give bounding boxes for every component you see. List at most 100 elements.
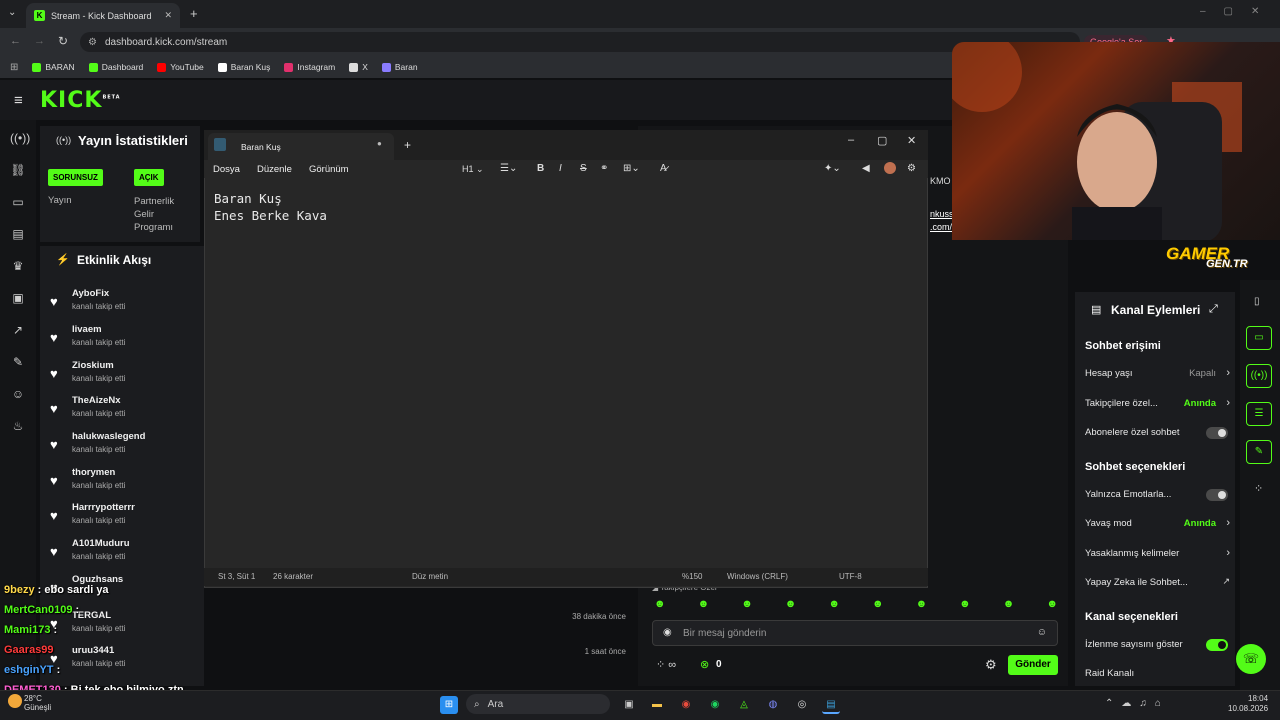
stream-icon[interactable]: ((•)) [10, 130, 30, 146]
row-followers-only[interactable]: Takipçilere özel... Anında › [1085, 397, 1230, 409]
new-tab-icon[interactable]: + [404, 138, 411, 152]
row-subs-only[interactable]: Abonelere özel sohbet [1085, 427, 1230, 439]
text-mode[interactable]: Düz metin [412, 572, 448, 581]
row-emote-only[interactable]: Yalnızca Emotlarla... [1085, 489, 1230, 501]
support-icon[interactable]: ☏ [1236, 644, 1266, 674]
media-icon[interactable]: ▣ [10, 290, 26, 306]
users-icon[interactable]: ☺ [10, 386, 26, 402]
copilot-icon[interactable]: ✦⌄ [824, 163, 841, 174]
site-info-icon[interactable]: ⚙ [88, 37, 97, 48]
chrome-icon[interactable]: ◉ [677, 696, 695, 714]
tray-icons[interactable]: ⌃☁♫⌂ [1105, 698, 1169, 709]
italic-icon[interactable]: I [559, 163, 562, 174]
row-ai-chat[interactable]: Yapay Zeka ile Sohbet... ↗ [1085, 576, 1230, 588]
minimize-icon[interactable]: – [848, 134, 854, 146]
settings-icon[interactable]: ⚙ [907, 163, 916, 174]
discord-icon[interactable]: ◍ [764, 696, 782, 714]
browser-tab[interactable]: K Stream - Kick Dashboard ✕ [26, 3, 180, 28]
emote-icon[interactable]: ☻ [872, 598, 884, 614]
emote-icon[interactable]: ☻ [916, 598, 928, 614]
heading-dropdown[interactable]: H1 ⌄ [462, 164, 484, 175]
emoji-icon[interactable]: ☺ [1037, 627, 1047, 638]
bookmark-6[interactable]: Baran [381, 62, 418, 72]
row-account-age[interactable]: Hesap yaşı Kapalı › [1085, 367, 1230, 379]
activity-user[interactable]: Zioskium [72, 360, 114, 371]
dots-icon[interactable]: ⁘ [1254, 482, 1263, 495]
emote-icon[interactable]: ☻ [654, 598, 666, 614]
explorer-icon[interactable]: ▬ [648, 696, 666, 714]
window-controls[interactable]: –▢✕ [1200, 6, 1277, 17]
chat-input[interactable]: ◉ Bir mesaj gönderin ☺ [652, 620, 1058, 646]
link-icon[interactable]: ⛓ [10, 162, 26, 178]
bookmark-5[interactable]: X [349, 62, 368, 72]
address-bar[interactable]: ⚙ dashboard.kick.com/stream [80, 32, 1080, 52]
doc-icon[interactable]: ▯ [1254, 296, 1260, 307]
encoding[interactable]: UTF-8 [839, 572, 862, 581]
row-banned-words[interactable]: Yasaklanmış kelimeler › [1085, 547, 1230, 559]
chat-settings-icon[interactable]: ⚙ [985, 657, 997, 673]
chart-icon[interactable]: ↗ [10, 322, 26, 338]
activity-user[interactable]: Harrrypotterrr [72, 502, 135, 513]
row-raid-channel[interactable]: Raid Kanalı [1085, 668, 1230, 679]
tab-close-icon[interactable]: ✕ [164, 10, 172, 21]
bookmark-1[interactable]: Dashboard [88, 62, 143, 72]
points-icon[interactable]: ⁘ ∞ [656, 658, 676, 671]
chat-icon[interactable]: ▭ [1246, 326, 1272, 350]
menu-edit[interactable]: Düzenle [257, 164, 292, 175]
forward-icon[interactable]: → [34, 35, 45, 47]
notepad-editor[interactable]: Baran Kuş Enes Berke Kava [214, 190, 327, 224]
window-icon[interactable]: ▭ [10, 194, 26, 210]
taskbar-search[interactable]: ⌕ Ara [466, 694, 610, 714]
link-icon[interactable]: ⚭ [600, 163, 608, 174]
strikethrough-icon[interactable]: S [580, 163, 587, 174]
wrench-icon[interactable]: ✎ [10, 354, 26, 370]
menu-file[interactable]: Dosya [213, 164, 240, 175]
activity-user[interactable]: TheAizeNx [72, 395, 121, 406]
activity-user[interactable]: halukwaslegend [72, 431, 145, 442]
menu-view[interactable]: Görünüm [309, 164, 349, 175]
notepad-tab[interactable] [208, 133, 394, 160]
emote-icon[interactable]: ☻ [785, 598, 797, 614]
subs-only-toggle[interactable] [1206, 427, 1228, 439]
activity-user[interactable]: livaem [72, 324, 102, 335]
activity-user[interactable]: A101Muduru [72, 538, 130, 549]
bookmark-3[interactable]: Baran Kuş [217, 62, 270, 72]
weather-widget[interactable]: 28°C Güneşli [24, 694, 51, 712]
weather-icon[interactable] [8, 694, 22, 708]
emote-icon[interactable]: ☻ [698, 598, 710, 614]
emote-only-toggle[interactable] [1206, 489, 1228, 501]
row-show-views[interactable]: İzlenme sayısını göster [1085, 639, 1230, 651]
emote-icon[interactable]: ☻ [959, 598, 971, 614]
emote-icon[interactable]: ☻ [741, 598, 753, 614]
list-icon[interactable]: ☰⌄ [500, 163, 517, 174]
close-icon[interactable]: ✕ [907, 134, 916, 147]
analytics-icon[interactable]: ▤ [10, 226, 26, 242]
spotify-icon[interactable]: ◉ [706, 696, 724, 714]
emote-bar[interactable]: ☻ ☻ ☻ ☻ ☻ ☻ ☻ ☻ ☻ ☻ [654, 598, 1058, 614]
activity-user[interactable]: AyboFix [72, 288, 109, 299]
broadcast-icon[interactable]: ((•)) [1246, 364, 1272, 388]
table-icon[interactable]: ⊞⌄ [623, 163, 640, 174]
list-icon[interactable]: ☰ [1246, 402, 1272, 426]
trophy-icon[interactable]: ♛ [10, 258, 26, 274]
emote-icon[interactable]: ☻ [1003, 598, 1015, 614]
app-icon[interactable]: ◬ [735, 696, 753, 714]
activity-user[interactable]: uruu3441 [72, 645, 114, 656]
apps-grid-icon[interactable]: ⊞ [10, 62, 18, 73]
bookmark-0[interactable]: BARAN [32, 62, 75, 72]
clock[interactable]: 18:04 10.08.2026 [1228, 694, 1268, 714]
bookmark-4[interactable]: Instagram [284, 62, 335, 72]
cake-icon[interactable]: ♨ [10, 418, 26, 434]
back-icon[interactable]: ← [10, 35, 21, 47]
row-slow-mode[interactable]: Yavaş mod Anında › [1085, 517, 1230, 529]
bookmark-2[interactable]: YouTube [157, 62, 204, 72]
bold-icon[interactable]: B [537, 163, 544, 174]
activity-user[interactable]: thorymen [72, 467, 115, 478]
kick-logo[interactable]: KICKBETA [40, 88, 121, 113]
task-view-icon[interactable]: ▣ [620, 696, 638, 714]
maximize-icon[interactable]: ▢ [877, 134, 887, 147]
notepad-taskbar-icon[interactable]: ▤ [822, 696, 840, 714]
expand-icon[interactable]: ⤢ [1209, 303, 1218, 316]
obs-icon[interactable]: ◎ [793, 696, 811, 714]
clear-format-icon[interactable]: A̷ [660, 163, 667, 174]
